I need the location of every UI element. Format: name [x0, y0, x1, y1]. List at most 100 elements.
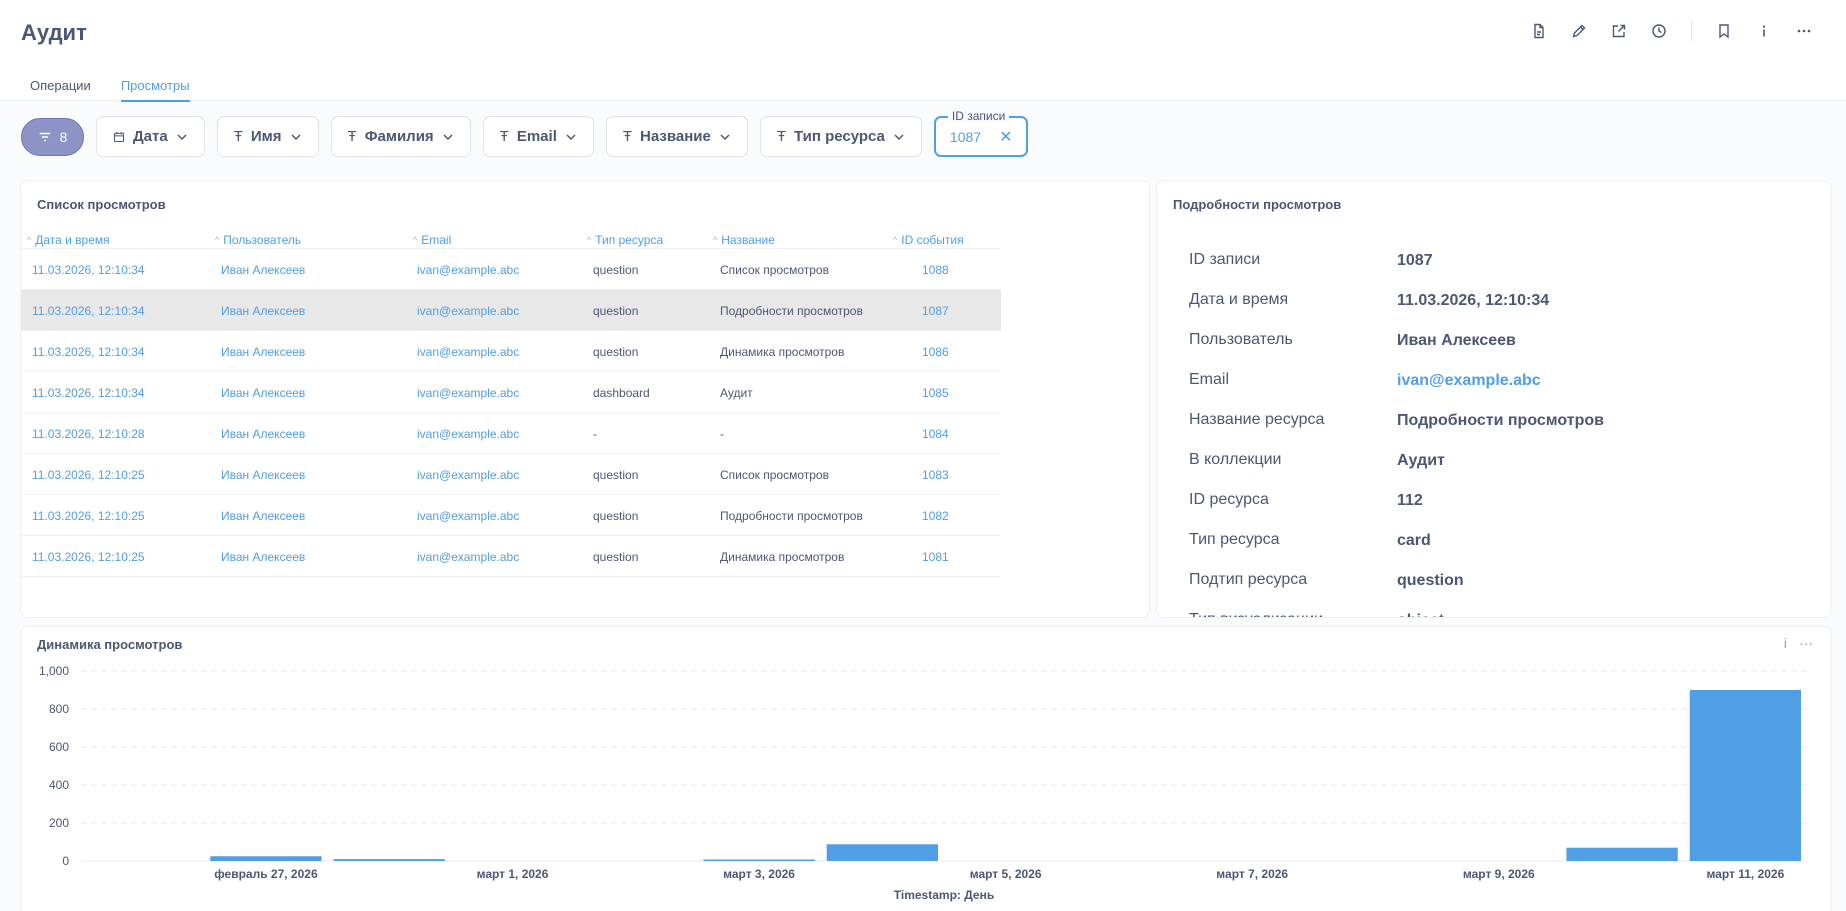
cell-email[interactable]: ivan@example.abc [417, 427, 519, 441]
cell-user[interactable]: Иван Алексеев [221, 304, 305, 318]
view-details-title: Подробности просмотров [1173, 197, 1342, 212]
x-tick-label: март 5, 2026 [970, 867, 1042, 881]
chart-bar[interactable] [1689, 690, 1801, 861]
filter-last-name-label: Фамилия [364, 128, 434, 145]
chart-bar[interactable] [826, 844, 938, 861]
views-dynamics-card: Динамика просмотров i ··· 1,000 800 600 400… [20, 626, 1832, 911]
chart-bar[interactable] [333, 859, 445, 861]
col-resource-type[interactable]: ^ Тип ресурса [587, 233, 663, 247]
detail-value[interactable]: ivan@example.abc [1397, 372, 1541, 390]
cell-email[interactable]: ivan@example.abc [417, 468, 519, 482]
cell-id[interactable]: 1087 [922, 304, 949, 318]
cell-email[interactable]: ivan@example.abc [417, 304, 519, 318]
cell-datetime[interactable]: 11.03.2026, 12:10:34 [32, 304, 145, 318]
cell-user[interactable]: Иван Алексеев [221, 509, 305, 523]
history-icon[interactable] [1639, 20, 1679, 42]
col-user[interactable]: ^ Пользователь [215, 233, 301, 247]
page-header: Аудит Операции Просмотры [0, 0, 1846, 102]
filter-record-id[interactable]: ID записи 1087 ✕ [933, 109, 1029, 157]
close-icon[interactable]: ✕ [999, 127, 1012, 147]
chart-bar[interactable] [1566, 847, 1678, 861]
views-list-card: Список просмотров ^ Дата и время ^ Пользов… [20, 180, 1150, 618]
cell-user[interactable]: Иван Алексеев [221, 386, 305, 400]
detail-label: Email [1189, 371, 1230, 388]
edit-icon[interactable] [1559, 20, 1599, 42]
cell-user[interactable]: Иван Алексеев [221, 550, 305, 564]
filter-count-button[interactable]: 8 [21, 117, 84, 156]
cell-user[interactable]: Иван Алексеев [221, 345, 305, 359]
chart-bar[interactable] [210, 856, 322, 861]
cell-email[interactable]: ivan@example.abc [417, 263, 519, 277]
view-details-card: Подробности просмотров ID записи 1087 Дата… [1156, 180, 1832, 618]
detail-label: Название ресурса [1189, 411, 1325, 428]
table-row[interactable]: 11.03.2026, 12:10:25 Иван Алексеев ivan@ex… [21, 454, 1001, 495]
table-row[interactable]: 11.03.2026, 12:10:34 Иван Алексеев ivan@ex… [21, 290, 1001, 331]
info-icon[interactable] [1744, 20, 1784, 42]
detail-label: Дата и время [1189, 291, 1289, 308]
x-axis-label: Timestamp: День [894, 888, 994, 902]
table-row[interactable]: 11.03.2026, 12:10:25 Иван Алексеев ivan@ex… [21, 536, 1001, 577]
text-icon: Ŧ [499, 128, 509, 145]
chevron-down-icon [566, 133, 576, 140]
tab-operations[interactable]: Операции [30, 78, 91, 102]
cell-datetime[interactable]: 11.03.2026, 12:10:34 [32, 263, 145, 277]
y-tick-label: 400 [49, 778, 69, 792]
table-row[interactable]: 11.03.2026, 12:10:34 Иван Алексеев ivan@ex… [21, 372, 1001, 413]
cell-id[interactable]: 1081 [922, 550, 949, 564]
table-row[interactable]: 11.03.2026, 12:10:34 Иван Алексеев ivan@ex… [21, 249, 1001, 290]
detail-row: В коллекции Аудит [1189, 451, 1789, 491]
bookmark-icon[interactable] [1704, 20, 1744, 42]
cell-user[interactable]: Иван Алексеев [221, 263, 305, 277]
filter-name[interactable]: Ŧ Название [605, 116, 748, 157]
cell-id[interactable]: 1082 [922, 509, 949, 523]
cell-id[interactable]: 1088 [922, 263, 949, 277]
text-icon: Ŧ [347, 128, 357, 145]
chart-bar[interactable] [703, 859, 815, 862]
table-row[interactable]: 11.03.2026, 12:10:34 Иван Алексеев ivan@ex… [21, 331, 1001, 372]
cell-id[interactable]: 1083 [922, 468, 949, 482]
cell-datetime[interactable]: 11.03.2026, 12:10:34 [32, 386, 145, 400]
filter-resource-type[interactable]: Ŧ Тип ресурса [759, 116, 922, 157]
cell-email[interactable]: ivan@example.abc [417, 386, 519, 400]
cell-user[interactable]: Иван Алексеев [221, 427, 305, 441]
cell-datetime[interactable]: 11.03.2026, 12:10:28 [32, 427, 145, 441]
col-name[interactable]: ^ Название [713, 233, 775, 247]
cell-email[interactable]: ivan@example.abc [417, 345, 519, 359]
detail-value: Иван Алексеев [1397, 332, 1516, 349]
header-actions [1519, 20, 1824, 42]
detail-value: card [1397, 532, 1431, 549]
table-row[interactable]: 11.03.2026, 12:10:28 Иван Алексеев ivan@ex… [21, 413, 1001, 454]
detail-row: Подтип ресурса question [1189, 571, 1789, 611]
filter-first-name[interactable]: Ŧ Имя [216, 116, 319, 157]
cell-datetime[interactable]: 11.03.2026, 12:10:25 [32, 468, 145, 482]
col-email[interactable]: ^ Email [413, 233, 451, 247]
chevron-down-icon [894, 133, 904, 140]
cell-email[interactable]: ivan@example.abc [417, 550, 519, 564]
filter-email[interactable]: Ŧ Email [482, 116, 594, 157]
x-tick-label: март 1, 2026 [477, 867, 549, 881]
filter-name-label: Название [640, 128, 711, 145]
tab-views[interactable]: Просмотры [120, 78, 190, 102]
cell-datetime[interactable]: 11.03.2026, 12:10:34 [32, 345, 145, 359]
cell-id[interactable]: 1085 [922, 386, 949, 400]
detail-row: Пользователь Иван Алексеев [1189, 331, 1789, 371]
export-icon[interactable] [1519, 20, 1559, 42]
filter-last-name[interactable]: Ŧ Фамилия [330, 116, 471, 157]
cell-name: - [720, 427, 724, 441]
detail-label: Подтип ресурса [1189, 571, 1308, 588]
col-datetime[interactable]: ^ Дата и время [27, 233, 110, 247]
more-icon[interactable] [1784, 20, 1824, 42]
share-icon[interactable] [1599, 20, 1639, 42]
cell-datetime[interactable]: 11.03.2026, 12:10:25 [32, 509, 145, 523]
cell-datetime[interactable]: 11.03.2026, 12:10:25 [32, 550, 145, 564]
filter-date[interactable]: Дата [96, 116, 205, 157]
filter-record-id-legend: ID записи [947, 109, 1010, 123]
cell-id[interactable]: 1086 [922, 345, 949, 359]
cell-email[interactable]: ivan@example.abc [417, 509, 519, 523]
col-event-id[interactable]: ^ ID события [893, 233, 964, 247]
cell-id[interactable]: 1084 [922, 427, 949, 441]
cell-user[interactable]: Иван Алексеев [221, 468, 305, 482]
table-row[interactable]: 11.03.2026, 12:10:25 Иван Алексеев ivan@ex… [21, 495, 1001, 536]
detail-label: ID записи [1189, 251, 1261, 268]
text-icon: Ŧ [776, 128, 787, 145]
